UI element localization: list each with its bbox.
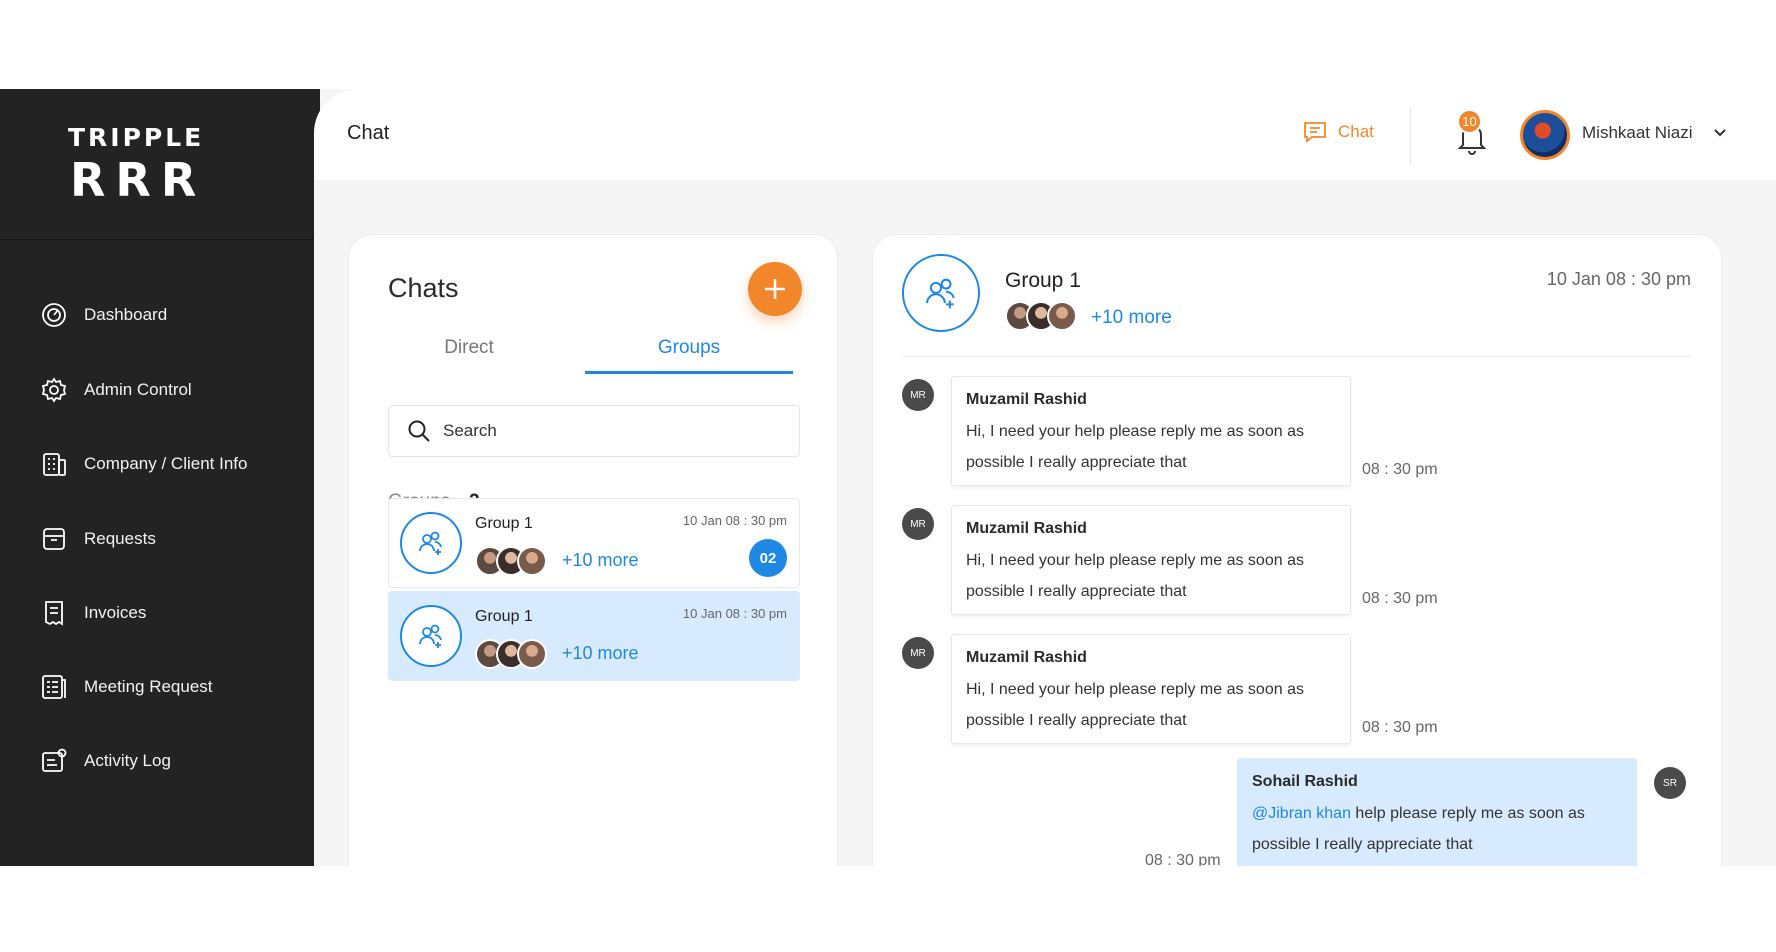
gear-icon xyxy=(41,377,67,403)
chats-title: Chats xyxy=(388,273,459,303)
main-content: Chat Chat 10 Mishkaat Niazi Chats Direct… xyxy=(314,89,1776,866)
logo-text-top: TRIPPLE xyxy=(68,123,205,152)
app-window: TRIPPLE RRR Dashboard Admin Control Comp… xyxy=(0,89,1776,866)
unread-badge: 02 xyxy=(749,539,787,577)
sidebar-item-admin-control[interactable]: Admin Control xyxy=(0,364,320,416)
chats-panel: Chats Direct Groups Groups 2 xyxy=(348,234,838,866)
member-avatar xyxy=(517,639,547,669)
member-avatars xyxy=(475,546,547,576)
archive-icon xyxy=(43,528,65,550)
sidebar-item-requests[interactable]: Requests xyxy=(0,513,320,565)
sidebar-item-label: Dashboard xyxy=(84,305,168,324)
member-avatars xyxy=(475,639,547,669)
activity-icon xyxy=(42,748,67,772)
chevron-down-icon[interactable] xyxy=(1712,125,1728,141)
member-avatar xyxy=(517,546,547,576)
group-add-icon xyxy=(926,278,955,309)
message-sender: Muzamil Rashid xyxy=(966,649,1087,666)
group-list-item[interactable]: Group 1 10 Jan 08 : 30 pm +10 more 02 xyxy=(388,498,800,588)
group-avatar xyxy=(400,512,462,574)
new-chat-button[interactable] xyxy=(748,262,802,316)
user-avatar[interactable] xyxy=(1520,110,1570,160)
message-text-line: Hi, I need your help please reply me as … xyxy=(966,681,1304,698)
sidebar-item-label: Activity Log xyxy=(84,751,171,770)
divider xyxy=(1410,107,1411,165)
conversation-time: 10 Jan 08 : 30 pm xyxy=(1546,269,1691,289)
message-text-fragment: help please reply me as soon as xyxy=(1350,805,1585,822)
logo: TRIPPLE RRR xyxy=(0,89,320,240)
group-add-icon xyxy=(419,531,442,555)
message-text-line: possible I really appreciate that xyxy=(966,712,1187,729)
search-box xyxy=(388,405,800,457)
sidebar-item-label: Meeting Request xyxy=(84,677,213,696)
sender-avatar: MR xyxy=(902,379,934,411)
sidebar-item-invoices[interactable]: Invoices xyxy=(0,587,320,639)
message-text-line: Hi, I need your help please reply me as … xyxy=(966,423,1304,440)
sidebar-item-label: Requests xyxy=(84,529,156,548)
message-time: 08 : 30 pm xyxy=(1145,852,1221,866)
more-members-link[interactable]: +10 more xyxy=(562,643,639,664)
sidebar-item-label: Invoices xyxy=(84,603,147,622)
conversation-title: Group 1 xyxy=(1005,269,1081,292)
message-text-line: possible I really appreciate that xyxy=(1252,836,1473,853)
more-members-link[interactable]: +10 more xyxy=(1091,307,1172,329)
group-avatar xyxy=(400,605,462,667)
building-icon xyxy=(43,453,66,476)
gauge-icon xyxy=(42,303,66,327)
message-bubble: Muzamil Rashid Hi, I need your help plea… xyxy=(951,505,1351,615)
group-name: Group 1 xyxy=(475,608,533,625)
active-tab-indicator xyxy=(585,371,793,374)
message-text-line: possible I really appreciate that xyxy=(966,583,1187,600)
message-bubble: Muzamil Rashid Hi, I need your help plea… xyxy=(951,376,1351,486)
notification-badge: 10 xyxy=(1457,109,1482,134)
sender-avatar: MR xyxy=(902,508,934,540)
chat-nav-label: Chat xyxy=(1338,122,1374,141)
more-members-link[interactable]: +10 more xyxy=(562,550,639,571)
group-time: 10 Jan 08 : 30 pm xyxy=(682,606,787,621)
sender-avatar: MR xyxy=(902,637,934,669)
mention-link[interactable]: @Jibran khan xyxy=(1252,805,1351,822)
member-avatar xyxy=(1047,301,1077,331)
divider xyxy=(902,356,1692,357)
sidebar-item-activity-log[interactable]: Activity Log xyxy=(0,735,320,787)
invoice-icon xyxy=(45,601,63,626)
group-name: Group 1 xyxy=(475,515,533,532)
conversation-panel: Group 1 +10 more 10 Jan 08 : 30 pm MR Mu… xyxy=(872,234,1722,866)
message-bubble-outgoing: Sohail Rashid @Jibran khan help please r… xyxy=(1237,758,1637,866)
search-icon xyxy=(408,420,430,442)
message-sender: Sohail Rashid xyxy=(1252,773,1358,790)
sidebar-item-dashboard[interactable]: Dashboard xyxy=(0,289,320,341)
sidebar-item-company-client-info[interactable]: Company / Client Info xyxy=(0,438,320,490)
message-bubble: Muzamil Rashid Hi, I need your help plea… xyxy=(951,634,1351,744)
group-time: 10 Jan 08 : 30 pm xyxy=(682,513,787,528)
message-sender: Muzamil Rashid xyxy=(966,391,1087,408)
group-list-item[interactable]: Group 1 10 Jan 08 : 30 pm +10 more xyxy=(388,591,800,681)
sender-avatar: SR xyxy=(1654,767,1686,799)
plus-icon xyxy=(765,279,785,299)
sidebar-item-label: Admin Control xyxy=(84,380,192,399)
user-name[interactable]: Mishkaat Niazi xyxy=(1582,123,1693,143)
sidebar-item-label: Company / Client Info xyxy=(84,454,248,473)
chat-icon xyxy=(1304,122,1326,143)
sidebar: TRIPPLE RRR Dashboard Admin Control Comp… xyxy=(0,89,320,866)
message-text-line: Hi, I need your help please reply me as … xyxy=(966,552,1304,569)
logo-text-bottom: RRR xyxy=(70,153,207,207)
tab-groups[interactable]: Groups xyxy=(585,337,793,359)
search-input[interactable] xyxy=(443,421,783,441)
tab-direct[interactable]: Direct xyxy=(387,337,551,359)
page-title: Chat xyxy=(347,122,390,144)
message-time: 08 : 30 pm xyxy=(1362,719,1438,736)
sidebar-item-meeting-request[interactable]: Meeting Request xyxy=(0,661,320,713)
chat-nav-button[interactable]: Chat xyxy=(1302,119,1374,145)
top-bar: Chat Chat 10 Mishkaat Niazi xyxy=(314,89,1776,180)
group-add-icon xyxy=(419,624,442,648)
message-text-line: @Jibran khan help please reply me as soo… xyxy=(1252,798,1622,829)
message-time: 08 : 30 pm xyxy=(1362,461,1438,478)
message-time: 08 : 30 pm xyxy=(1362,590,1438,607)
message-sender: Muzamil Rashid xyxy=(966,520,1087,537)
message-text-line: possible I really appreciate that xyxy=(966,454,1187,471)
member-avatars xyxy=(1005,301,1077,331)
clipboard-icon xyxy=(42,675,66,699)
conversation-avatar xyxy=(902,254,980,332)
